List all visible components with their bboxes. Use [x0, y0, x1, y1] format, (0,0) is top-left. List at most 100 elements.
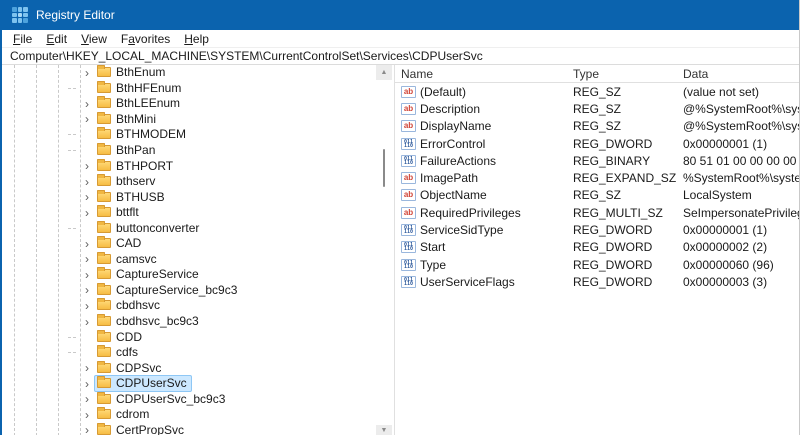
tree-item-target[interactable]: BTHUSB	[94, 189, 170, 206]
tree-item-label: CDPUserSvc	[116, 376, 187, 390]
column-header-type[interactable]: Type	[573, 67, 683, 81]
tree-item-target[interactable]: BthPan	[94, 142, 160, 159]
chevron-right-icon[interactable]: ›	[80, 208, 94, 218]
chevron-right-icon[interactable]: ›	[80, 425, 94, 435]
tree-item-target[interactable]: BthHFEnum	[94, 80, 186, 97]
tree-item[interactable]: › BthLEEnum	[2, 96, 375, 112]
tree-item-target[interactable]: bthserv	[94, 173, 160, 190]
chevron-right-icon[interactable]: ›	[80, 301, 94, 311]
value-data: @%SystemRoot%\system32	[683, 102, 799, 116]
folder-icon	[97, 409, 111, 419]
value-type-icon	[401, 224, 416, 236]
value-type: REG_DWORD	[573, 275, 683, 289]
tree-item[interactable]: › buttonconverter	[2, 220, 375, 236]
tree-item[interactable]: › cbdhsvc	[2, 298, 375, 314]
value-row[interactable]: DisplayName REG_SZ @%SystemRoot%\system3…	[395, 118, 799, 135]
tree-item[interactable]: › CDPUserSvc_bc9c3	[2, 391, 375, 407]
tree-item[interactable]: › BTHPORT	[2, 158, 375, 174]
tree-item[interactable]: › camsvc	[2, 252, 375, 268]
value-row[interactable]: Description REG_SZ @%SystemRoot%\system3…	[395, 100, 799, 117]
address-bar[interactable]: Computer\HKEY_LOCAL_MACHINE\SYSTEM\Curre…	[2, 47, 799, 65]
tree-item[interactable]: › bttflt	[2, 205, 375, 221]
menu-item[interactable]: Edit	[39, 32, 74, 46]
tree-item-target[interactable]: bttflt	[94, 204, 144, 221]
tree-item-target[interactable]: cbdhsvc_bc9c3	[94, 313, 204, 330]
tree-item[interactable]: › BthMini	[2, 112, 375, 128]
chevron-right-icon[interactable]: ›	[80, 114, 94, 124]
chevron-right-icon[interactable]: ›	[80, 410, 94, 420]
value-type-icon	[401, 189, 416, 201]
tree-item-label: cdfs	[116, 345, 138, 359]
value-type: REG_SZ	[573, 119, 683, 133]
tree-item[interactable]: › cdfs	[2, 345, 375, 361]
tree-item-target[interactable]: cdrom	[94, 406, 154, 423]
menu-item[interactable]: Favorites	[114, 32, 177, 46]
value-row[interactable]: ImagePath REG_EXPAND_SZ %SystemRoot%\sys…	[395, 169, 799, 186]
tree-item[interactable]: › CaptureService	[2, 267, 375, 283]
tree-item-target[interactable]: CDPUserSvc	[94, 375, 192, 392]
chevron-right-icon[interactable]: ›	[80, 379, 94, 389]
value-row[interactable]: ErrorControl REG_DWORD 0x00000001 (1)	[395, 135, 799, 152]
chevron-right-icon[interactable]: ›	[80, 192, 94, 202]
tree-item-target[interactable]: CertPropSvc	[94, 422, 189, 435]
scrollbar-thumb[interactable]	[383, 149, 385, 187]
tree-item[interactable]: › cbdhsvc_bc9c3	[2, 314, 375, 330]
tree-scrollbar[interactable]: ▲ ▼	[376, 65, 392, 435]
menu-item[interactable]: File	[6, 32, 39, 46]
tree-item[interactable]: › BthPan	[2, 143, 375, 159]
chevron-right-icon[interactable]: ›	[80, 285, 94, 295]
tree-item[interactable]: › CertPropSvc	[2, 423, 375, 435]
tree-item[interactable]: › CDPSvc	[2, 360, 375, 376]
chevron-right-icon[interactable]: ›	[80, 99, 94, 109]
tree-item-target[interactable]: CDPUserSvc_bc9c3	[94, 391, 230, 408]
chevron-right-icon[interactable]: ›	[80, 317, 94, 327]
value-row[interactable]: RequiredPrivileges REG_MULTI_SZ SeImpers…	[395, 204, 799, 221]
tree-item[interactable]: › CDPUserSvc	[2, 376, 375, 392]
tree-item-target[interactable]: camsvc	[94, 251, 162, 268]
tree-item-target[interactable]: CaptureService_bc9c3	[94, 282, 242, 299]
value-row[interactable]: ServiceSidType REG_DWORD 0x00000001 (1)	[395, 221, 799, 238]
chevron-right-icon[interactable]: ›	[80, 254, 94, 264]
chevron-right-icon[interactable]: ›	[80, 161, 94, 171]
tree-item[interactable]: › BthHFEnum	[2, 81, 375, 97]
value-row[interactable]: FailureActions REG_BINARY 80 51 01 00 00…	[395, 152, 799, 169]
tree-item-target[interactable]: BthLEEnum	[94, 95, 185, 112]
tree-item-target[interactable]: BTHMODEM	[94, 126, 191, 143]
menu-item[interactable]: Help	[177, 32, 216, 46]
column-header-data[interactable]: Data	[683, 67, 799, 81]
tree-item-target[interactable]: CDD	[94, 329, 147, 346]
tree-item[interactable]: › BTHMODEM	[2, 127, 375, 143]
chevron-right-icon[interactable]: ›	[80, 177, 94, 187]
tree-item[interactable]: › bthserv	[2, 174, 375, 190]
tree-item[interactable]: › BTHUSB	[2, 189, 375, 205]
tree-item-target[interactable]: CaptureService	[94, 266, 204, 283]
value-row[interactable]: UserServiceFlags REG_DWORD 0x00000003 (3…	[395, 273, 799, 290]
value-row[interactable]: ObjectName REG_SZ LocalSystem	[395, 187, 799, 204]
chevron-right-icon[interactable]: ›	[80, 68, 94, 78]
tree-item-target[interactable]: CAD	[94, 235, 146, 252]
chevron-right-icon[interactable]: ›	[80, 239, 94, 249]
menu-item[interactable]: View	[74, 32, 114, 46]
column-header-name[interactable]: Name	[401, 67, 573, 81]
value-row[interactable]: (Default) REG_SZ (value not set)	[395, 83, 799, 100]
tree-item-target[interactable]: BthEnum	[94, 65, 170, 81]
tree-item[interactable]: › cdrom	[2, 407, 375, 423]
tree-item-target[interactable]: cdfs	[94, 344, 143, 361]
chevron-right-icon[interactable]: ›	[80, 270, 94, 280]
chevron-right-icon[interactable]: ›	[80, 394, 94, 404]
tree-item-target[interactable]: BTHPORT	[94, 158, 178, 175]
tree-item[interactable]: › CAD	[2, 236, 375, 252]
tree-item-target[interactable]: CDPSvc	[94, 360, 166, 377]
tree-item-target[interactable]: buttonconverter	[94, 220, 204, 237]
value-row[interactable]: Start REG_DWORD 0x00000002 (2)	[395, 239, 799, 256]
tree-item[interactable]: › CDD	[2, 329, 375, 345]
chevron-right-icon[interactable]: ›	[80, 363, 94, 373]
tree-item-label: bttflt	[116, 205, 139, 219]
scroll-down-icon[interactable]: ▼	[376, 425, 392, 435]
tree-item[interactable]: › CaptureService_bc9c3	[2, 283, 375, 299]
tree-item-target[interactable]: BthMini	[94, 111, 161, 128]
value-row[interactable]: Type REG_DWORD 0x00000060 (96)	[395, 256, 799, 273]
tree-item-target[interactable]: cbdhsvc	[94, 297, 165, 314]
scroll-up-icon[interactable]: ▲	[376, 65, 392, 80]
tree-item[interactable]: › BthEnum	[2, 65, 375, 81]
